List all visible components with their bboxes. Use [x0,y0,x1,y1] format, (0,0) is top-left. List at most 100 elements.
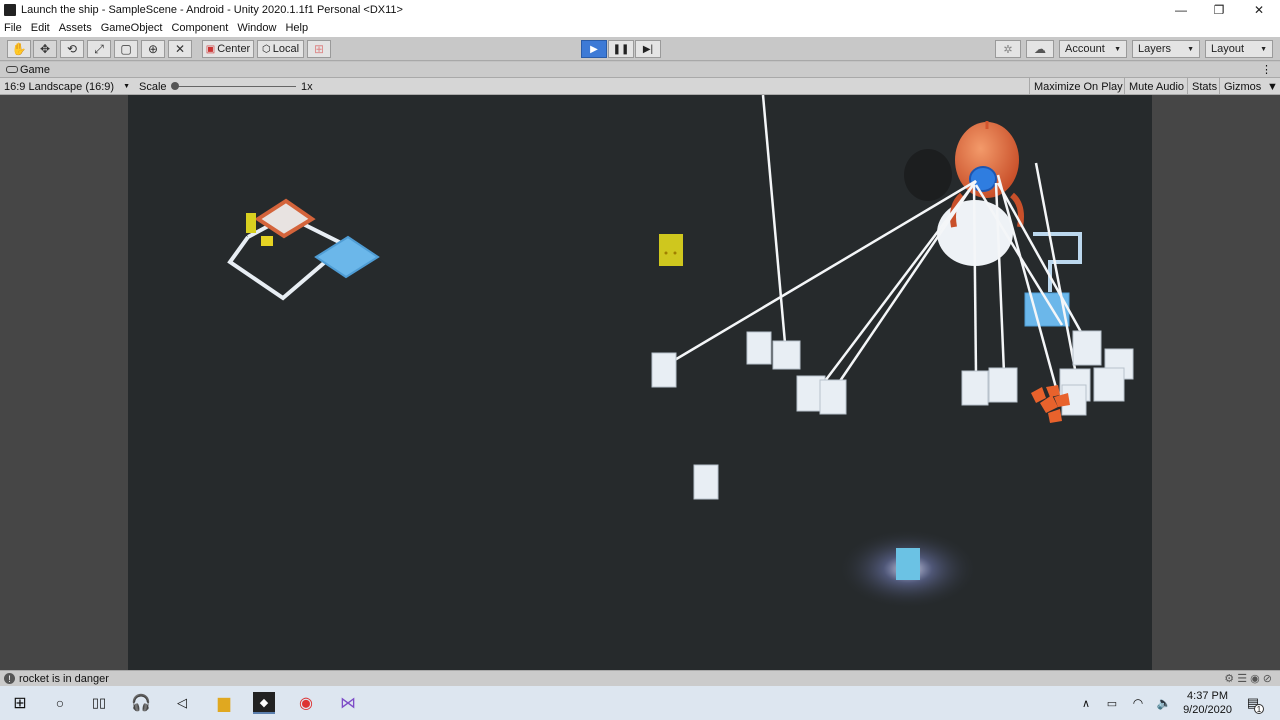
aspect-dropdown[interactable]: 16:9 Landscape (16:9) ▼ [4,78,132,95]
window-title: Launch the ship - SampleScene - Android … [21,3,403,16]
step-button[interactable]: ▶| [635,40,661,58]
unity-app-icon [4,3,16,16]
transform-icon: ⊕ [147,42,159,56]
grid-snap-icon: ⊞ [313,42,325,56]
chevron-down-icon: ▼ [1260,45,1267,53]
grid-snap-button[interactable]: ⊞ [307,40,331,58]
tab-game[interactable]: Game [20,64,50,76]
game-view-controls: 16:9 Landscape (16:9) ▼ Scale 1x Maximiz… [0,78,1280,95]
console-status-bar[interactable]: ! rocket is in danger ⚙ ☰ ◉ ⊘ [0,670,1280,686]
scale-value: 1x [301,80,313,93]
menu-file[interactable]: File [4,22,22,34]
rect-icon: ▢ [120,42,132,56]
hand-tool-button[interactable]: ✋ [7,40,31,58]
game-view[interactable] [128,95,1152,670]
restore-button[interactable]: ❐ [1200,0,1238,19]
layers-dropdown[interactable]: Layers ▼ [1132,40,1200,58]
gizmos-toggle[interactable]: Gizmos [1219,78,1264,95]
minimize-button[interactable]: — [1162,0,1200,19]
unity-hub-icon[interactable]: ◁ [171,692,193,714]
pause-button[interactable]: ❚❚ [608,40,634,58]
play-icon: ▶ [590,43,598,55]
yellow-block [659,234,683,266]
unity-editor-icon[interactable]: ◆ [253,692,275,714]
tab-menu-icon[interactable]: ⋮ [1261,63,1272,76]
wifi-icon[interactable]: ◠ [1127,692,1149,714]
ropes [672,95,1088,396]
close-button[interactable]: ✕ [1240,0,1278,19]
gamepad-icon [6,66,18,73]
windows-taskbar: ⊞ ○ ▯▯ 🎧 ◁ ▆ ◆ ◉ ⋈ ∧ ▭ ◠ 🔈 4:37 PM 9/20/… [0,686,1280,720]
battery-icon[interactable]: ▭ [1101,692,1123,714]
warning-icon: ! [4,673,15,684]
window-title-bar: Launch the ship - SampleScene - Android … [0,0,1280,19]
clock-date: 9/20/2020 [1183,704,1232,716]
gizmos-dropdown-arrow[interactable]: ▼ [1267,78,1278,95]
play-button[interactable]: ▶ [581,40,607,58]
menu-assets[interactable]: Assets [59,22,92,34]
chevron-up-icon[interactable]: ∧ [1075,692,1097,714]
chevron-down-icon: ▼ [123,83,130,90]
transform-tool-button[interactable]: ⊕ [141,40,165,58]
hand-icon: ✋ [11,42,27,56]
notification-icon[interactable]: 1 ▤ [1242,692,1264,714]
status-icons: ⚙ ☰ ◉ ⊘ [1224,673,1272,685]
cloud-icon: ☁ [1034,42,1046,56]
chrome-icon[interactable]: ◉ [295,692,317,714]
layout-label: Layout [1211,43,1245,55]
menu-help[interactable]: Help [285,22,308,34]
aspect-label: 16:9 Landscape (16:9) [4,80,115,93]
rotate-icon: ⟲ [66,42,78,56]
menu-bar: File Edit Assets GameObject Component Wi… [0,19,1280,37]
main-toolbar: ✋ ✥ ⟲ ⤢ ▢ ⊕ ✕ ▣ Center ⬡ Local ⊞ ▶ ❚❚ ▶|… [0,37,1280,61]
layout-dropdown[interactable]: Layout ▼ [1205,40,1273,58]
visual-studio-icon[interactable]: ⋈ [337,692,359,714]
local-space-icon: ⬡ [261,43,271,55]
file-explorer-icon[interactable]: ▆ [213,692,235,714]
space-local-button[interactable]: ⬡ Local [257,40,304,58]
notification-count: 1 [1254,704,1264,714]
scale-label: Scale [139,80,167,93]
rotate-tool-button[interactable]: ⟲ [60,40,84,58]
scale-slider-track[interactable] [174,86,296,87]
custom-tool-button[interactable]: ✕ [168,40,192,58]
scale-tool-button[interactable]: ⤢ [87,40,111,58]
start-platform [227,198,380,301]
chevron-down-icon: ▼ [1187,45,1194,53]
status-message: rocket is in danger [19,672,109,685]
task-view-icon[interactable]: ▯▯ [88,692,110,714]
menu-component[interactable]: Component [171,22,228,34]
chevron-down-icon: ▼ [1114,45,1121,53]
pivot-center-button[interactable]: ▣ Center [202,40,254,58]
search-circle-icon[interactable]: ○ [49,692,71,714]
menu-window[interactable]: Window [237,22,276,34]
menu-gameobject[interactable]: GameObject [101,22,163,34]
collab-icon: ✲ [1003,43,1013,56]
stats-toggle[interactable]: Stats [1187,78,1220,95]
glowing-cube [838,529,978,609]
game-scene [227,95,1134,609]
windows-start-icon[interactable]: ⊞ [9,692,31,714]
clock-time: 4:37 PM [1187,690,1229,702]
cloud-button[interactable]: ☁ [1026,40,1054,58]
maximize-on-play-toggle[interactable]: Maximize On Play [1029,78,1126,95]
layers-label: Layers [1138,43,1172,55]
game-tab-bar: Game ⋮ [0,62,1280,78]
move-icon: ✥ [39,42,51,56]
volume-icon[interactable]: 🔈 [1153,692,1175,714]
mute-audio-toggle[interactable]: Mute Audio [1124,78,1187,95]
account-dropdown[interactable]: Account ▼ [1059,40,1127,58]
pivot-icon: ▣ [205,43,216,55]
pivot-label: Center [217,43,251,55]
system-clock[interactable]: 4:37 PM 9/20/2020 [1183,689,1232,717]
move-tool-button[interactable]: ✥ [33,40,57,58]
menu-edit[interactable]: Edit [31,22,50,34]
scale-slider-handle[interactable] [171,82,179,90]
scale-icon: ⤢ [94,41,104,56]
headphones-app-icon[interactable]: 🎧 [130,692,152,714]
collab-button[interactable]: ✲ [995,40,1021,58]
account-label: Account [1065,43,1105,55]
pause-icon: ❚❚ [612,43,630,55]
step-icon: ▶| [642,43,654,55]
rect-tool-button[interactable]: ▢ [114,40,138,58]
